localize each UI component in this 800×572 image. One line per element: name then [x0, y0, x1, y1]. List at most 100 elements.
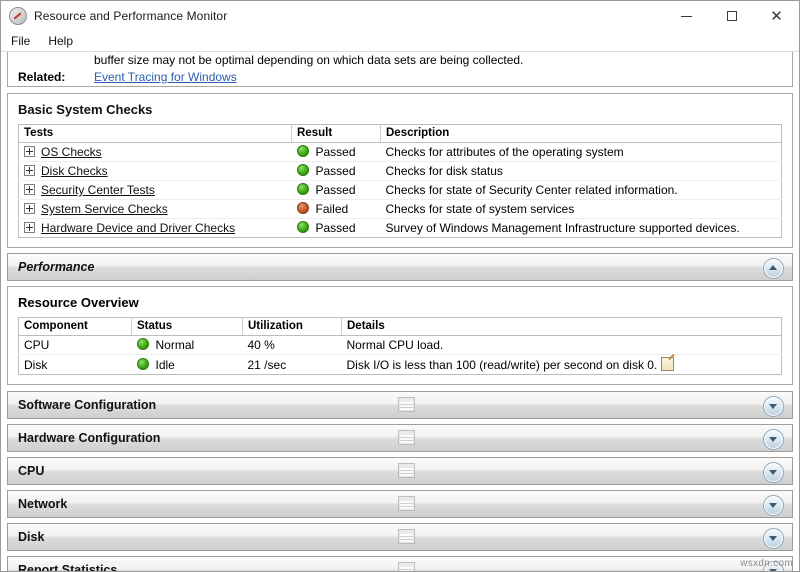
table-header-row: Tests Result Description: [19, 125, 782, 143]
section-header-disk[interactable]: Disk: [7, 523, 793, 551]
section-header-software-configuration[interactable]: Software Configuration: [7, 391, 793, 419]
cell-description: Checks for state of system services: [381, 200, 782, 219]
chevron-down-icon[interactable]: [763, 495, 784, 516]
section-header-performance[interactable]: Performance: [7, 253, 793, 281]
expand-plus-icon[interactable]: [24, 203, 35, 214]
cell-test: Security Center Tests: [19, 181, 292, 200]
expand-plus-icon[interactable]: [24, 222, 35, 233]
related-label: Related:: [8, 70, 94, 85]
chevron-up-icon[interactable]: [763, 258, 784, 279]
section-label-report-statistics: Report Statistics: [8, 563, 117, 571]
cell-test: Disk Checks: [19, 162, 292, 181]
cell-test: System Service Checks: [19, 200, 292, 219]
section-header-report-statistics[interactable]: Report Statistics: [7, 556, 793, 571]
cell-description: Checks for attributes of the operating s…: [381, 143, 782, 162]
status-dot-normal-icon: [137, 338, 149, 350]
expand-plus-icon[interactable]: [24, 146, 35, 157]
close-button[interactable]: ✕: [754, 1, 799, 31]
status-dot-idle-icon: [137, 358, 149, 370]
details-text: Disk I/O is less than 100 (read/write) p…: [347, 358, 658, 372]
status-dot-pass-icon: [297, 145, 309, 157]
basic-system-checks-body: OS Checks Passed Checks for attributes o…: [19, 143, 782, 238]
section-header-cpu[interactable]: CPU: [7, 457, 793, 485]
menu-item-file[interactable]: File: [10, 33, 39, 50]
resource-overview-panel: Resource Overview Component Status Utili…: [7, 286, 793, 385]
menu-bar: File Help: [1, 31, 799, 52]
table-grid-icon: [398, 397, 415, 412]
cell-description: Checks for state of Security Center rela…: [381, 181, 782, 200]
report-body: buffer size may not be optimal depending…: [1, 52, 799, 571]
status-dot-fail-icon: [297, 202, 309, 214]
cell-utilization: 40 %: [243, 336, 342, 355]
section-label-cpu: CPU: [8, 464, 44, 478]
resource-overview-title: Resource Overview: [8, 287, 792, 317]
resource-overview-table: Component Status Utilization Details CPU…: [18, 317, 782, 375]
test-link[interactable]: System Service Checks: [41, 202, 168, 216]
section-label-performance: Performance: [8, 260, 94, 274]
result-label: Passed: [316, 164, 356, 178]
column-header-component: Component: [19, 318, 132, 336]
column-header-description: Description: [381, 125, 782, 143]
expand-plus-icon[interactable]: [24, 184, 35, 195]
edit-note-icon[interactable]: [661, 357, 674, 371]
window-title: Resource and Performance Monitor: [34, 9, 227, 23]
cell-details: Normal CPU load.: [342, 336, 782, 355]
truncated-text: buffer size may not be optimal depending…: [94, 53, 792, 68]
basic-system-checks-title: Basic System Checks: [8, 94, 792, 124]
minimize-button[interactable]: [664, 1, 709, 31]
test-link[interactable]: Hardware Device and Driver Checks: [41, 221, 235, 235]
cell-result: Failed: [292, 200, 381, 219]
menu-item-help[interactable]: Help: [47, 33, 82, 50]
cell-status: Idle: [132, 355, 243, 375]
app-window: Resource and Performance Monitor ✕ File …: [0, 0, 800, 572]
table-header-row: Component Status Utilization Details: [19, 318, 782, 336]
table-row[interactable]: System Service Checks Failed Checks for …: [19, 200, 782, 219]
truncated-text-row: buffer size may not be optimal depending…: [8, 52, 792, 69]
column-header-status: Status: [132, 318, 243, 336]
section-label-software-configuration: Software Configuration: [8, 398, 156, 412]
chevron-down-icon[interactable]: [763, 396, 784, 417]
column-header-result: Result: [292, 125, 381, 143]
expand-plus-icon[interactable]: [24, 165, 35, 176]
basic-system-checks-panel: Basic System Checks Tests Result Descrip…: [7, 93, 793, 248]
status-label: Normal: [156, 338, 195, 352]
window-controls: ✕: [664, 1, 799, 31]
diagnostic-results-panel: buffer size may not be optimal depending…: [7, 52, 793, 87]
cell-component: CPU: [19, 336, 132, 355]
cell-test: OS Checks: [19, 143, 292, 162]
result-label: Passed: [316, 145, 356, 159]
table-grid-icon: [398, 496, 415, 511]
section-header-hardware-configuration[interactable]: Hardware Configuration: [7, 424, 793, 452]
test-link[interactable]: Disk Checks: [41, 164, 108, 178]
minimize-icon: [681, 16, 692, 17]
table-row[interactable]: CPU Normal 40 % Normal CPU load.: [19, 336, 782, 355]
related-link-event-tracing[interactable]: Event Tracing for Windows: [94, 70, 237, 84]
test-link[interactable]: Security Center Tests: [41, 183, 155, 197]
column-header-tests: Tests: [19, 125, 292, 143]
status-label: Idle: [156, 358, 175, 372]
maximize-button[interactable]: [709, 1, 754, 31]
table-row[interactable]: Disk Checks Passed Checks for disk statu…: [19, 162, 782, 181]
table-grid-icon: [398, 430, 415, 445]
table-row[interactable]: Hardware Device and Driver Checks Passed…: [19, 219, 782, 238]
table-row[interactable]: Disk Idle 21 /sec Disk I/O is less than …: [19, 355, 782, 375]
chevron-down-icon[interactable]: [763, 462, 784, 483]
status-dot-pass-icon: [297, 164, 309, 176]
cell-component: Disk: [19, 355, 132, 375]
close-icon: ✕: [770, 9, 783, 24]
title-bar: Resource and Performance Monitor ✕: [1, 1, 799, 31]
test-link[interactable]: OS Checks: [41, 145, 102, 159]
chevron-down-icon[interactable]: [763, 429, 784, 450]
table-grid-icon: [398, 463, 415, 478]
cell-description: Checks for disk status: [381, 162, 782, 181]
column-header-details: Details: [342, 318, 782, 336]
cell-test: Hardware Device and Driver Checks: [19, 219, 292, 238]
cell-description: Survey of Windows Management Infrastruct…: [381, 219, 782, 238]
section-header-network[interactable]: Network: [7, 490, 793, 518]
watermark: wsxdn.com: [740, 558, 793, 569]
resource-overview-body: CPU Normal 40 % Normal CPU load. Disk Id…: [19, 336, 782, 375]
chevron-down-icon[interactable]: [763, 528, 784, 549]
table-row[interactable]: Security Center Tests Passed Checks for …: [19, 181, 782, 200]
spacer-label: [8, 53, 94, 68]
table-row[interactable]: OS Checks Passed Checks for attributes o…: [19, 143, 782, 162]
